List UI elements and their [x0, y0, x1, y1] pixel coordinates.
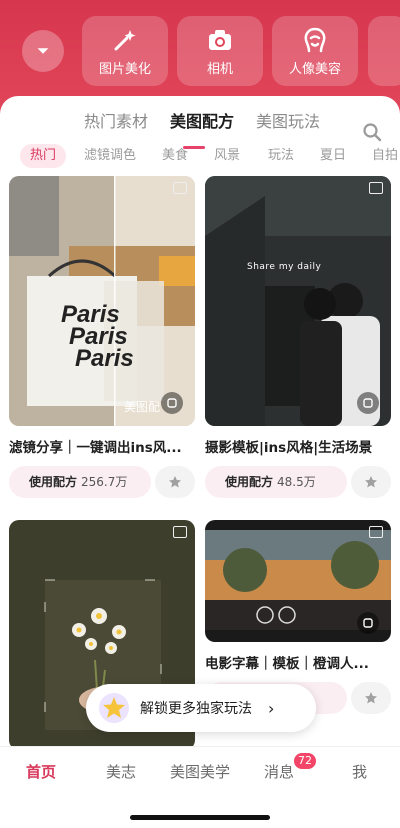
bottom-navigation: 首页 美志 美图美学 消息 72 我 — [0, 746, 400, 828]
chevron-right-icon: › — [268, 698, 275, 718]
tab-gameplay[interactable]: 美图玩法 — [256, 108, 320, 132]
tool-photo-beautify[interactable]: 图片美化 — [82, 16, 168, 86]
use-recipe-button[interactable]: 使用配方 48.5万 — [205, 466, 347, 498]
camera-icon — [209, 30, 231, 50]
card-thumbnail[interactable]: Share my daily — [205, 176, 391, 426]
main-tabs: 热门素材 美图配方 美图玩法 — [0, 108, 400, 149]
unlock-more-banner[interactable]: 解锁更多独家玩法 › — [86, 684, 316, 732]
card-actions: 使用配方 48.5万 — [205, 466, 391, 498]
recipe-card[interactable]: Paris Paris Paris 美图配 滤镜分享｜一键调出ins风... 使… — [9, 176, 195, 498]
use-recipe-button[interactable]: 使用配方 256.7万 — [9, 466, 151, 498]
card-thumbnail[interactable]: Paris Paris Paris 美图配 — [9, 176, 195, 426]
tab-hot-materials[interactable]: 热门素材 — [84, 108, 148, 132]
overlay-text: Share my daily — [247, 262, 322, 272]
sparkle-star-icon — [99, 693, 129, 723]
face-icon — [304, 27, 326, 53]
watermark-text: 美图配 — [124, 400, 161, 414]
tab-recipes[interactable]: 美图配方 — [170, 108, 234, 132]
chip-scenery[interactable]: 风景 — [214, 144, 240, 168]
tool-label: 图片美化 — [98, 62, 151, 77]
unlock-text: 解锁更多独家玩法 — [140, 701, 252, 717]
image-badge-icon — [369, 182, 383, 194]
nav-messages[interactable]: 消息 — [264, 761, 294, 782]
recipe-icon — [161, 392, 183, 414]
search-icon[interactable] — [362, 122, 382, 142]
star-icon — [365, 476, 377, 488]
chip-summer[interactable]: 夏日 — [320, 144, 346, 168]
use-count: 256.7万 — [81, 475, 128, 489]
tool-portrait[interactable]: 人像美容 — [272, 16, 358, 86]
recipe-icon — [357, 612, 379, 634]
chip-food[interactable]: 美食 — [162, 144, 188, 168]
star-icon — [169, 476, 181, 488]
nav-me[interactable]: 我 — [352, 761, 367, 782]
tool-more[interactable] — [368, 16, 400, 86]
star-icon — [365, 692, 377, 704]
chip-play[interactable]: 玩法 — [268, 144, 294, 168]
image-badge-icon — [173, 526, 187, 538]
chip-filter[interactable]: 滤镜调色 — [84, 144, 136, 168]
image-badge-icon — [369, 526, 383, 538]
magic-wand-icon — [114, 30, 136, 51]
chevron-down-icon — [37, 48, 49, 54]
card-title: 摄影模板|ins风格|生活场景 — [205, 440, 373, 456]
tool-label: 人像美容 — [288, 62, 341, 77]
chip-hot[interactable]: 热门 — [20, 144, 67, 168]
use-label: 使用配方 — [29, 475, 78, 489]
use-count: 48.5万 — [277, 475, 316, 489]
tool-camera[interactable]: 相机 — [177, 16, 263, 86]
nav-meizhi[interactable]: 美志 — [106, 761, 136, 782]
card-title: 滤镜分享｜一键调出ins风... — [9, 440, 182, 456]
subway-photo — [205, 176, 391, 426]
favorite-button[interactable] — [351, 682, 391, 714]
card-actions: 使用配方 256.7万 — [9, 466, 195, 498]
overlay-text: Paris — [75, 345, 134, 372]
home-indicator — [130, 815, 270, 820]
favorite-button[interactable] — [351, 466, 391, 498]
collapse-button[interactable] — [22, 30, 64, 72]
chip-selfie[interactable]: 自拍 — [372, 144, 398, 168]
recipe-icon — [357, 392, 379, 414]
card-title: 电影字幕｜模板｜橙调人... — [205, 656, 369, 672]
use-label: 使用配方 — [225, 475, 274, 489]
nav-home[interactable]: 首页 — [26, 761, 56, 782]
message-count-badge: 72 — [294, 753, 316, 769]
image-badge-icon — [173, 182, 187, 194]
card-thumbnail[interactable] — [205, 520, 391, 642]
category-chips: 热门 滤镜调色 美食 风景 玩法 夏日 自拍 — [0, 144, 400, 172]
nav-aesthetics[interactable]: 美图美学 — [170, 761, 230, 782]
favorite-button[interactable] — [155, 466, 195, 498]
recipe-card[interactable]: Share my daily 摄影模板|ins风格|生活场景 使用配方 48.5万 — [205, 176, 391, 498]
tool-label: 相机 — [206, 62, 233, 77]
